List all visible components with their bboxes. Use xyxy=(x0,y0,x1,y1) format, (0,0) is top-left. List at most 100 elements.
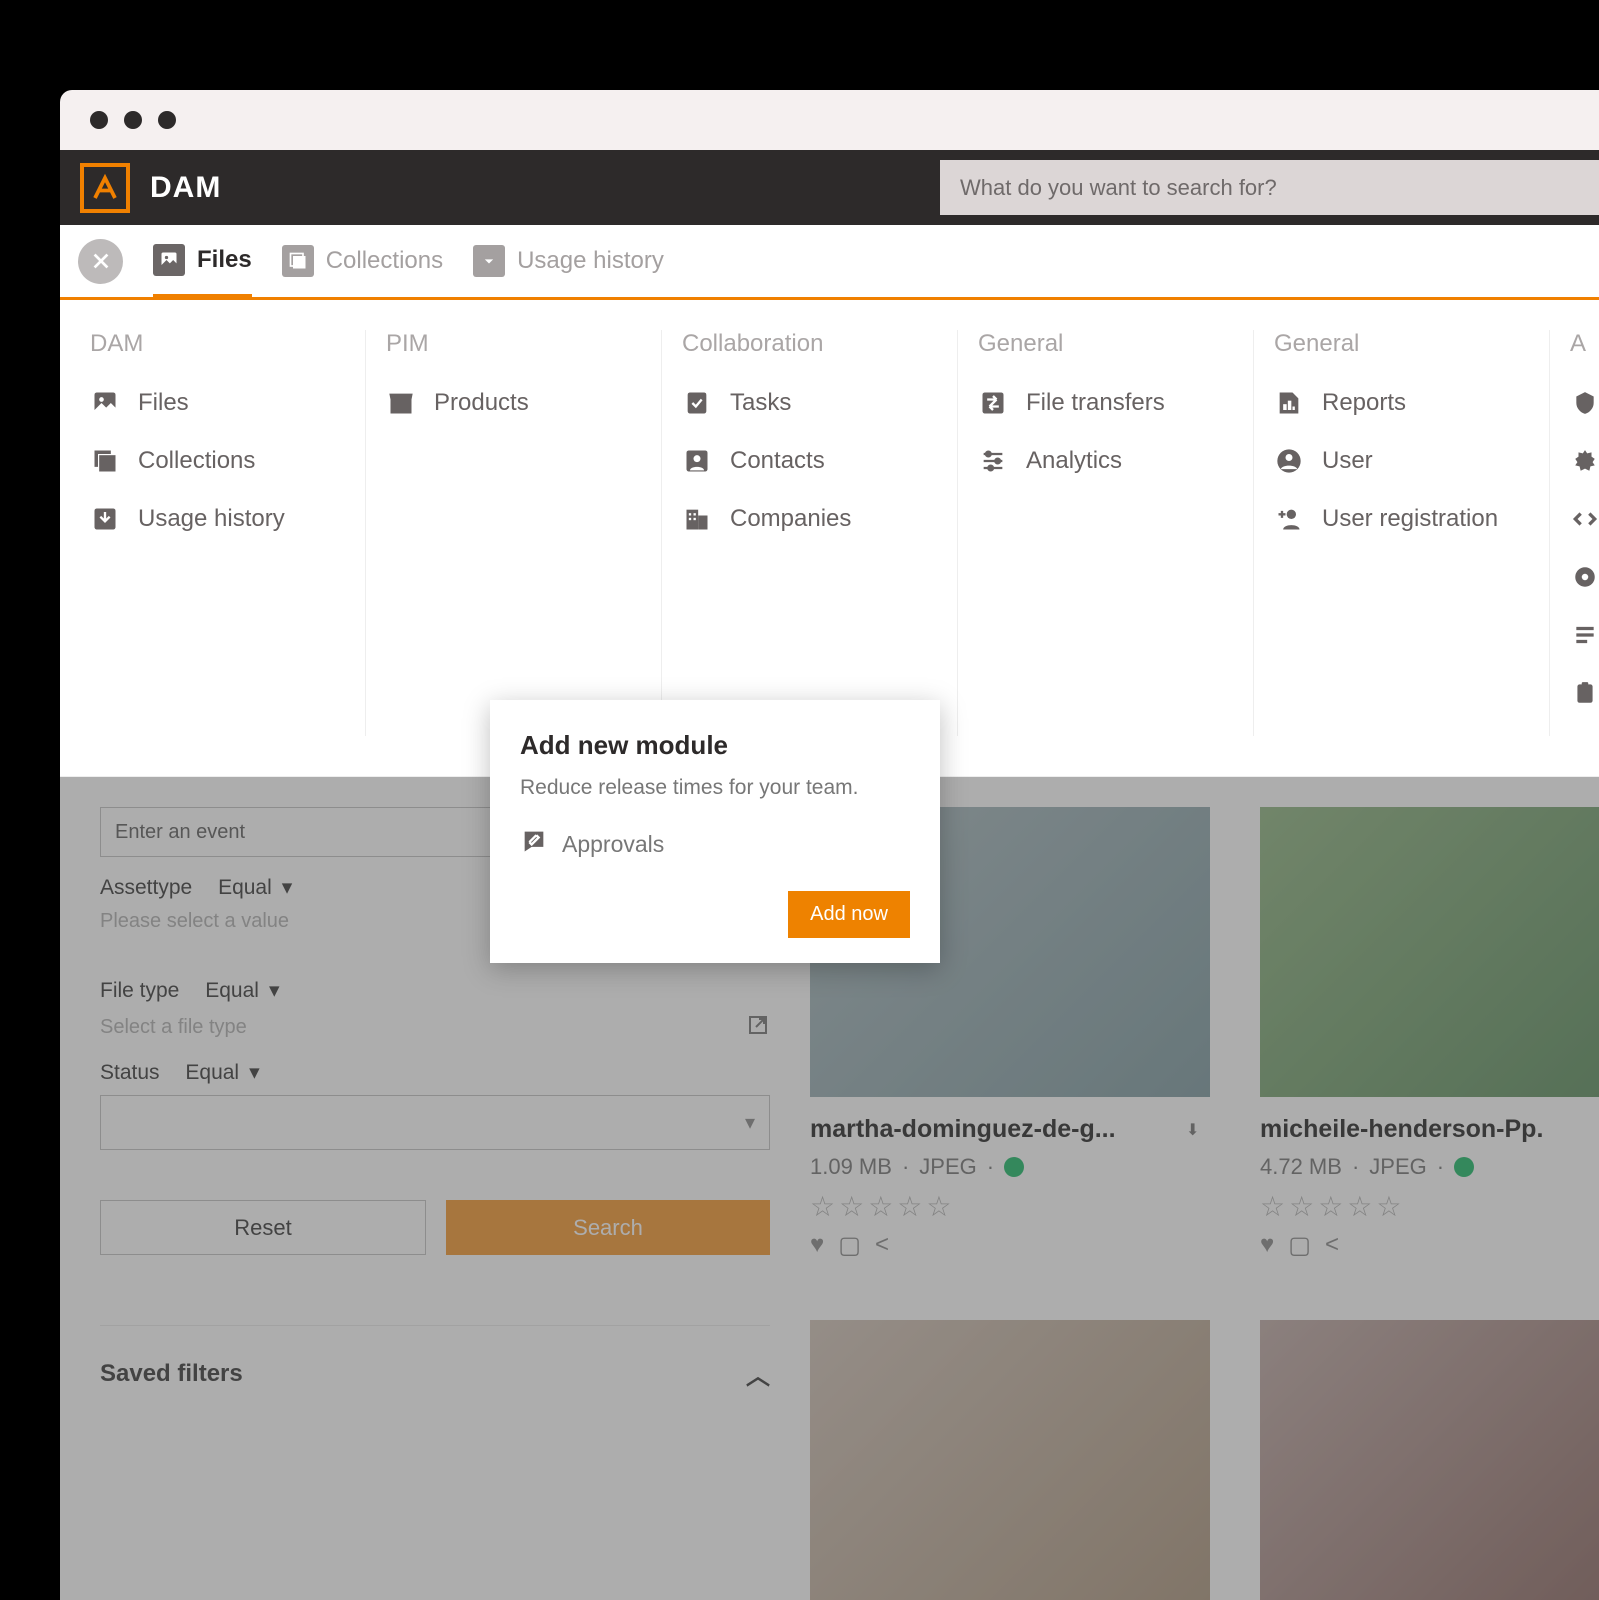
asset-meta: 1.09 MB · JPEG · xyxy=(810,1154,1210,1180)
menu-column-header: A xyxy=(1570,330,1599,358)
user-plus-icon xyxy=(1274,504,1304,534)
menu-column-pim: PIM Products xyxy=(386,330,662,736)
list-icon xyxy=(1570,620,1599,650)
menu-item-user-registration[interactable]: User registration xyxy=(1274,504,1529,534)
menu-item-collections[interactable]: Collections xyxy=(90,446,345,476)
menu-item-label: Files xyxy=(138,389,189,417)
tab-label: Collections xyxy=(326,247,443,275)
menu-item-files[interactable]: Files xyxy=(90,388,345,418)
contact-icon xyxy=(682,446,712,476)
chevron-down-icon[interactable]: ▾ xyxy=(249,1060,260,1085)
tab-collections[interactable]: Collections xyxy=(282,225,443,297)
download-icon[interactable]: ⬇ xyxy=(1186,1120,1210,1140)
tab-files[interactable]: Files xyxy=(153,227,252,299)
approvals-icon xyxy=(520,827,548,861)
menu-item-companies[interactable]: Companies xyxy=(682,504,937,534)
menu-item-label: Usage history xyxy=(138,505,285,533)
reset-button[interactable]: Reset xyxy=(100,1200,426,1255)
menu-item-extra[interactable] xyxy=(1570,446,1599,476)
tab-label: Files xyxy=(197,246,252,274)
search-button[interactable]: Search xyxy=(446,1200,770,1255)
rating-stars[interactable]: ☆☆☆☆☆ xyxy=(810,1190,1210,1223)
status-select[interactable]: ▾ xyxy=(100,1095,770,1150)
window-control-dot[interactable] xyxy=(158,111,176,129)
menu-column-header: General xyxy=(1274,330,1529,358)
rating-stars[interactable]: ☆☆☆☆☆ xyxy=(1260,1190,1599,1223)
menu-item-label: User registration xyxy=(1322,505,1498,533)
asset-thumbnail[interactable] xyxy=(810,1320,1210,1600)
menu-column-header: Collaboration xyxy=(682,330,937,358)
open-external-icon[interactable] xyxy=(746,1013,770,1042)
popup-title: Add new module xyxy=(520,730,910,761)
menu-item-extra[interactable] xyxy=(1570,620,1599,650)
close-menu-button[interactable] xyxy=(78,239,123,284)
sliders-icon xyxy=(978,446,1008,476)
share-icon[interactable]: < xyxy=(1325,1231,1339,1260)
clipboard-check-icon xyxy=(682,388,712,418)
add-module-popup: Add new module Reduce release times for … xyxy=(490,700,940,963)
code-icon xyxy=(1570,504,1599,534)
chevron-down-icon[interactable]: ▾ xyxy=(282,875,293,900)
search-input[interactable]: What do you want to search for? xyxy=(940,160,1599,215)
menu-item-products[interactable]: Products xyxy=(386,388,641,418)
collection-icon[interactable]: ▢ xyxy=(838,1231,861,1260)
asset-thumbnail[interactable] xyxy=(1260,807,1599,1097)
window-control-dot[interactable] xyxy=(90,111,108,129)
add-now-button[interactable]: Add now xyxy=(788,891,910,938)
menu-item-user[interactable]: User xyxy=(1274,446,1529,476)
user-circle-icon xyxy=(1274,446,1304,476)
heart-icon[interactable]: ♥ xyxy=(1260,1231,1274,1260)
image-icon xyxy=(153,244,185,276)
saved-filters-section[interactable]: Saved filters ︿ xyxy=(100,1325,770,1391)
menu-item-extra[interactable] xyxy=(1570,504,1599,534)
tab-label: Usage history xyxy=(517,247,664,275)
menu-item-file-transfers[interactable]: File transfers xyxy=(978,388,1233,418)
menu-item-label: Products xyxy=(434,389,529,417)
transfer-icon xyxy=(978,388,1008,418)
bar-chart-icon xyxy=(1274,388,1304,418)
collection-icon[interactable]: ▢ xyxy=(1288,1231,1311,1260)
asset-title: martha-dominguez-de-g... xyxy=(810,1115,1176,1144)
asset-title: micheile-henderson-Pp. xyxy=(1260,1115,1599,1144)
popup-item-label: Approvals xyxy=(562,831,664,858)
collections-icon xyxy=(90,446,120,476)
menu-column-header: DAM xyxy=(90,330,345,358)
menu-column-general-1: General File transfers Analytics xyxy=(978,330,1254,736)
heart-icon[interactable]: ♥ xyxy=(810,1231,824,1260)
chevron-down-icon: ▾ xyxy=(745,1110,755,1135)
gear-icon xyxy=(1570,562,1599,592)
menu-column-header: General xyxy=(978,330,1233,358)
menu-item-usage-history[interactable]: Usage history xyxy=(90,504,345,534)
chevron-up-icon: ︿ xyxy=(746,1356,770,1391)
filter-label-status: Status Equal ▾ xyxy=(100,1060,770,1085)
menu-column-extra: A xyxy=(1570,330,1599,736)
asset-meta: 4.72 MB · JPEG · xyxy=(1260,1154,1599,1180)
chevron-down-icon[interactable]: ▾ xyxy=(269,978,280,1003)
menu-item-extra[interactable] xyxy=(1570,678,1599,708)
tab-usage-history[interactable]: Usage history xyxy=(473,225,664,297)
menu-item-reports[interactable]: Reports xyxy=(1274,388,1529,418)
menu-item-extra[interactable] xyxy=(1570,562,1599,592)
menu-item-label: Collections xyxy=(138,447,255,475)
menu-column-header: PIM xyxy=(386,330,641,358)
menu-item-analytics[interactable]: Analytics xyxy=(978,446,1233,476)
clipboard-icon xyxy=(1570,678,1599,708)
menu-item-tasks[interactable]: Tasks xyxy=(682,388,937,418)
popup-item-approvals[interactable]: Approvals xyxy=(520,827,910,861)
share-icon[interactable]: < xyxy=(875,1231,889,1260)
filetype-value[interactable]: Select a file type xyxy=(100,1013,770,1042)
menu-item-label: Companies xyxy=(730,505,851,533)
menu-item-label: Reports xyxy=(1322,389,1406,417)
window-control-dot[interactable] xyxy=(124,111,142,129)
menu-item-label: Tasks xyxy=(730,389,791,417)
collections-icon xyxy=(282,245,314,277)
asset-card[interactable]: micheile-henderson-Pp. 4.72 MB · JPEG · … xyxy=(1260,807,1599,1600)
shield-icon xyxy=(1570,388,1599,418)
menu-item-extra[interactable] xyxy=(1570,388,1599,418)
app-logo[interactable] xyxy=(80,163,130,213)
download-icon xyxy=(90,504,120,534)
store-icon xyxy=(386,388,416,418)
app-brand: DAM xyxy=(150,171,221,205)
asset-thumbnail[interactable] xyxy=(1260,1320,1599,1600)
menu-item-contacts[interactable]: Contacts xyxy=(682,446,937,476)
